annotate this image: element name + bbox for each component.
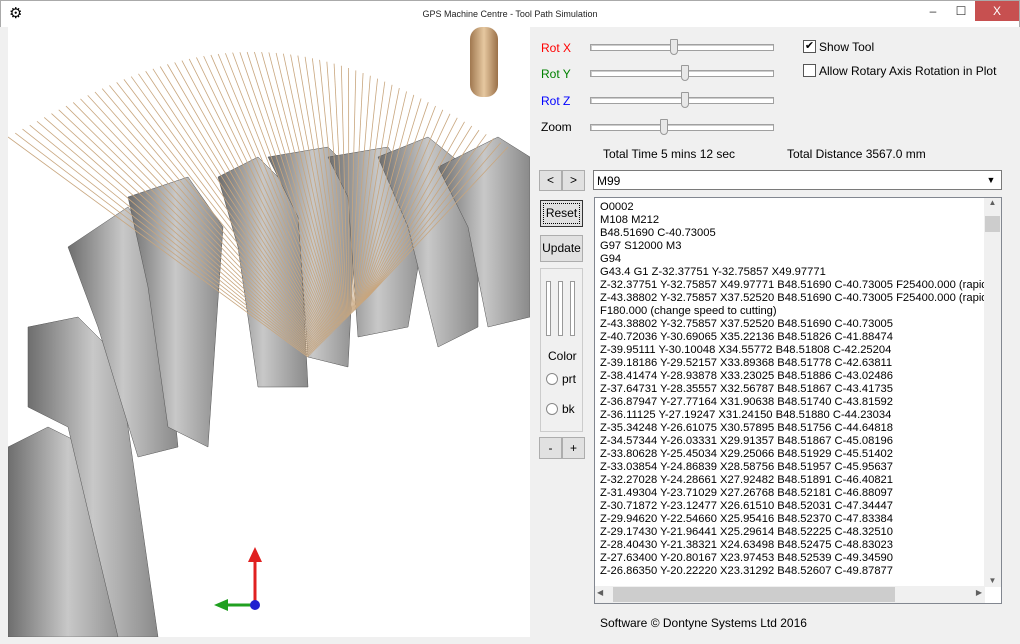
toolpath-scene	[8, 27, 530, 637]
plus-button[interactable]: +	[562, 437, 585, 459]
rot-y-label: Rot Y	[541, 67, 571, 81]
rot-z-label: Rot Z	[541, 94, 571, 108]
rot-z-slider[interactable]	[590, 92, 774, 108]
gcode-line[interactable]: Z-40.72036 Y-30.69065 X35.22136 B48.5182…	[595, 331, 1001, 344]
color-slider-r[interactable]	[546, 281, 551, 336]
gcode-line[interactable]: Z-32.27028 Y-24.28661 X27.92482 B48.5189…	[595, 474, 1001, 487]
show-tool-checkbox[interactable]: ✔	[803, 40, 816, 53]
gcode-line-select[interactable]: M99 ▼	[593, 170, 1002, 190]
scroll-right-icon[interactable]: ▶	[976, 588, 982, 597]
gcode-line[interactable]: Z-36.11125 Y-27.19247 X31.24150 B48.5188…	[595, 409, 1001, 422]
color-label: Color	[548, 349, 577, 363]
gcode-line[interactable]: F180.000 (change speed to cutting)	[595, 305, 1001, 318]
gcode-line[interactable]: Z-29.94620 Y-22.54660 X25.95416 B48.5237…	[595, 513, 1001, 526]
tool-icon	[470, 27, 498, 97]
show-tool-label: Show Tool	[819, 40, 875, 54]
gcode-line[interactable]: Z-30.71872 Y-23.12477 X26.61510 B48.5203…	[595, 500, 1001, 513]
gcode-line[interactable]: Z-39.18186 Y-29.52157 X33.89368 B48.5177…	[595, 357, 1001, 370]
gcode-line[interactable]: Z-36.87947 Y-27.77164 X31.90638 B48.5174…	[595, 396, 1001, 409]
minus-button[interactable]: -	[539, 437, 562, 459]
gcode-line[interactable]: Z-27.63400 Y-20.80167 X23.97453 B48.5253…	[595, 552, 1001, 565]
gcode-line[interactable]: Z-31.49304 Y-23.71029 X27.26768 B48.5218…	[595, 487, 1001, 500]
axis-triad-icon	[214, 547, 262, 611]
prt-radio[interactable]	[546, 373, 558, 385]
hscroll-thumb[interactable]	[613, 587, 895, 602]
rot-x-slider[interactable]	[590, 39, 774, 55]
combo-value: M99	[597, 174, 621, 188]
gcode-line[interactable]: G97 S12000 M3	[595, 240, 1001, 253]
gcode-line[interactable]: Z-38.41474 Y-28.93878 X33.23025 B48.5188…	[595, 370, 1001, 383]
vertical-scrollbar[interactable]: ▲ ▼	[984, 198, 1001, 587]
gcode-line[interactable]: Z-43.38802 Y-32.75857 X37.52520 B48.5169…	[595, 292, 1001, 305]
update-button[interactable]: Update	[540, 235, 583, 262]
bk-label: bk	[562, 402, 575, 416]
gcode-line[interactable]: Z-39.95111 Y-30.10048 X34.55772 B48.5180…	[595, 344, 1001, 357]
allow-rotary-checkbox[interactable]	[803, 64, 816, 77]
next-button[interactable]: >	[562, 170, 585, 191]
gcode-listbox[interactable]: O0002 M108 M212 B48.51690 C-40.73005 G97 S1…	[594, 197, 1002, 604]
slider-thumb[interactable]	[659, 119, 668, 135]
total-time: Total Time 5 mins 12 sec	[603, 147, 736, 161]
gcode-line[interactable]: O0002	[595, 201, 1001, 214]
bk-radio[interactable]	[546, 403, 558, 415]
gcode-line[interactable]: Z-34.57344 Y-26.03331 X29.91357 B48.5186…	[595, 435, 1001, 448]
slider-thumb[interactable]	[680, 92, 689, 108]
gcode-line[interactable]: G94	[595, 253, 1001, 266]
slider-thumb[interactable]	[680, 65, 689, 81]
zoom-label: Zoom	[541, 120, 572, 134]
maximize-button[interactable]: ☐	[947, 1, 975, 21]
reset-button[interactable]: Reset	[540, 200, 583, 227]
allow-rotary-label: Allow Rotary Axis Rotation in Plot	[819, 64, 997, 78]
gcode-line[interactable]: Z-32.37751 Y-32.75857 X49.97771 B48.5169…	[595, 279, 1001, 292]
footer-copyright: Software © Dontyne Systems Ltd 2016	[600, 616, 807, 630]
rot-y-slider[interactable]	[590, 65, 774, 81]
gcode-line[interactable]: M108 M212	[595, 214, 1001, 227]
gcode-line[interactable]: Z-33.80628 Y-25.45034 X29.25066 B48.5192…	[595, 448, 1001, 461]
window-title: GPS Machine Centre - Tool Path Simulatio…	[422, 9, 598, 19]
gcode-line[interactable]: B48.51690 C-40.73005	[595, 227, 1001, 240]
3d-viewport[interactable]	[8, 27, 530, 637]
gcode-line[interactable]: G43.4 G1 Z-32.37751 Y-32.75857 X49.97771	[595, 266, 1001, 279]
prt-label: prt	[562, 372, 577, 386]
scroll-up-icon[interactable]: ▲	[984, 198, 1001, 207]
gcode-line[interactable]: Z-33.03854 Y-24.86839 X28.58756 B48.5195…	[595, 461, 1001, 474]
minimize-button[interactable]: ‒	[919, 1, 947, 21]
scroll-down-icon[interactable]: ▼	[984, 576, 1001, 585]
scroll-thumb[interactable]	[985, 216, 1000, 232]
rot-x-label: Rot X	[541, 41, 572, 55]
gcode-line[interactable]: Z-28.40430 Y-21.38321 X24.63498 B48.5247…	[595, 539, 1001, 552]
slider-thumb[interactable]	[670, 39, 679, 55]
scroll-left-icon[interactable]: ◀	[597, 588, 603, 597]
total-distance: Total Distance 3567.0 mm	[787, 147, 926, 161]
chevron-down-icon[interactable]: ▼	[983, 172, 999, 188]
gcode-line[interactable]: Z-37.64731 Y-28.35557 X32.56787 B48.5186…	[595, 383, 1001, 396]
color-slider-g[interactable]	[558, 281, 563, 336]
gcode-line[interactable]: Z-29.17430 Y-21.96441 X25.29614 B48.5222…	[595, 526, 1001, 539]
prev-button[interactable]: <	[539, 170, 562, 191]
title-bar: ⚙ GPS Machine Centre - Tool Path Simulat…	[0, 0, 1020, 27]
gcode-line[interactable]: Z-43.38802 Y-32.75857 X37.52520 B48.5169…	[595, 318, 1001, 331]
color-slider-b[interactable]	[570, 281, 575, 336]
close-button[interactable]: X	[975, 1, 1019, 21]
horizontal-scrollbar[interactable]: ◀ ▶	[595, 586, 985, 603]
color-group: Color prt bk	[540, 268, 583, 432]
zoom-slider[interactable]	[590, 119, 774, 135]
gcode-line[interactable]: Z-26.86350 Y-20.22220 X23.31292 B48.5260…	[595, 565, 1001, 578]
gcode-line[interactable]: Z-35.34248 Y-26.61075 X30.57895 B48.5175…	[595, 422, 1001, 435]
